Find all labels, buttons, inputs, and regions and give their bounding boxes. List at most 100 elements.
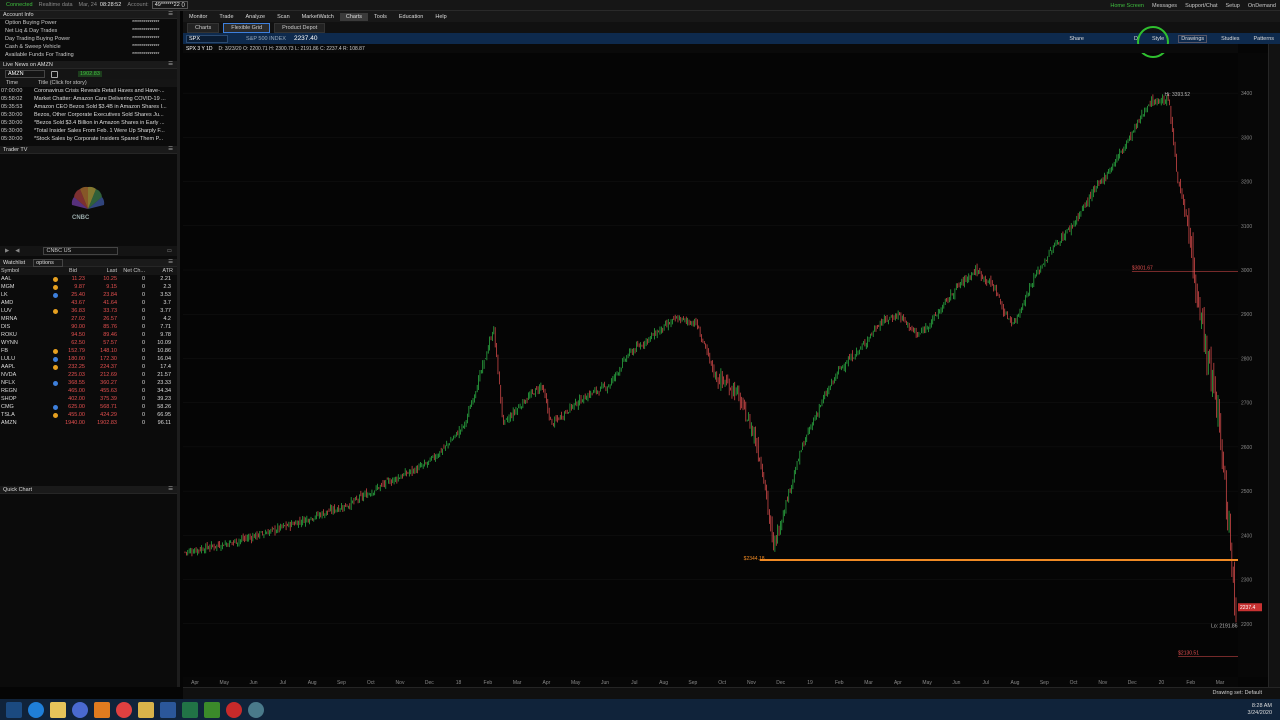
menu-icon[interactable]: ☰ (168, 486, 173, 492)
news-title-header[interactable]: Title (Click for story) (38, 80, 87, 86)
watchlist-row[interactable]: FB 152.79 148.10 0 10.86 (0, 347, 177, 355)
watchlist-row[interactable]: TSLA 455.00 424.29 0 66.95 (0, 411, 177, 419)
watchlist-row[interactable]: LK 25.40 23.84 0 3.53 (0, 291, 177, 299)
news-item[interactable]: 05:30:00 *Stock Sales by Corporate Inside… (0, 135, 177, 143)
watchlist-symbol[interactable]: NFLX (1, 380, 15, 386)
drawing-set-status[interactable]: Drawing set: Default (1212, 690, 1262, 696)
price-axis[interactable]: 2200 2300 2400 2500 2600 2700 2800 2900 3000 3100… (1238, 53, 1268, 677)
setup-link[interactable]: Setup (1225, 3, 1239, 9)
watchlist-symbol[interactable]: MRNA (1, 316, 17, 322)
volume-icon[interactable]: ◀ (15, 248, 19, 254)
symbol-input[interactable]: SPX (186, 34, 228, 43)
watchlist-symbol[interactable]: AMZN (1, 420, 17, 426)
watchlist-symbol[interactable]: REGN (1, 388, 17, 394)
watchlist-alert-icon[interactable] (53, 380, 58, 386)
menu-charts[interactable]: Charts (339, 12, 369, 21)
watchlist-symbol[interactable]: NVDA (1, 372, 16, 378)
menu-tools[interactable]: Tools (368, 13, 393, 21)
watchlist-row[interactable]: MGM 9.87 9.15 0 2.3 (0, 283, 177, 291)
channel-select[interactable]: CNBC US (43, 247, 119, 255)
watchlist-row[interactable]: LULU 180.00 172.30 0 16.04 (0, 355, 177, 363)
file-explorer-icon[interactable] (50, 701, 66, 718)
chart-period[interactable]: SPX 3 Y 1D (186, 46, 213, 52)
watchlist-row[interactable]: AMD 43.67 41.64 0 3.7 (0, 299, 177, 307)
tab-flexible-grid[interactable]: Flexible Grid (223, 22, 271, 33)
news-item[interactable]: 07:00:00 Coronavirus Crisis Reveals Retai… (0, 87, 177, 95)
menu-marketwatch[interactable]: MarketWatch (296, 13, 340, 21)
news-item[interactable]: 05:30:00 *Bezos Sold $3.4 Billion in Amaz… (0, 119, 177, 127)
app-icon[interactable] (72, 701, 88, 718)
watchlist-symbol[interactable]: ROKU (1, 332, 17, 338)
menu-trade[interactable]: Trade (213, 13, 239, 21)
price-chart[interactable]: Hi: 3393.52 $3001.67 $2344.18 Lo: 2191.86 $2… (183, 53, 1238, 677)
watchlist-row[interactable]: CMG 625.00 568.71 0 58.26 (0, 403, 177, 411)
start-button-icon[interactable] (6, 701, 22, 718)
watchlist-row[interactable]: MRNA 27.02 26.57 0 4.2 (0, 315, 177, 323)
menu-icon[interactable]: ☰ (168, 11, 173, 17)
watchlist-alert-icon[interactable] (53, 284, 58, 290)
news-time-header[interactable]: Time (5, 80, 38, 86)
support-chat-link[interactable]: Support/Chat (1185, 3, 1217, 9)
trader-tv-header[interactable]: Trader TV ☰ (0, 146, 177, 154)
watchlist-symbol[interactable]: TSLA (1, 412, 15, 418)
recorder-icon[interactable] (248, 701, 264, 718)
account-number[interactable]: 49******22 () (151, 1, 188, 9)
thinkorswim-icon[interactable] (204, 701, 220, 718)
home-screen-link[interactable]: Home Screen (1110, 3, 1144, 9)
watchlist-symbol[interactable]: WYNN (1, 340, 18, 346)
watchlist-row[interactable]: REGN 465.00 455.63 0 34.34 (0, 387, 177, 395)
menu-icon[interactable]: ☰ (168, 259, 173, 265)
quick-chart-header[interactable]: Quick Chart ☰ (0, 486, 177, 494)
watchlist-symbol[interactable]: CMG (1, 404, 14, 410)
edge-icon[interactable] (28, 701, 44, 718)
menu-help[interactable]: Help (429, 13, 452, 21)
folder-icon[interactable] (138, 701, 154, 718)
watchlist-alert-icon[interactable] (53, 404, 58, 410)
studies-button[interactable]: Studies (1221, 36, 1239, 42)
patterns-button[interactable]: Patterns (1254, 36, 1274, 42)
trader-tv-video[interactable]: CNBC (0, 154, 177, 246)
watchlist-symbol[interactable]: LULU (1, 356, 15, 362)
watchlist-col-atr[interactable]: ATR (162, 268, 173, 274)
watchlist-symbol[interactable]: AMD (1, 300, 13, 306)
watchlist-symbol[interactable]: FB (1, 348, 8, 354)
menu-icon[interactable]: ☰ (168, 146, 173, 152)
play-icon[interactable]: ▶ (5, 248, 9, 254)
tab-product-depot[interactable]: Product Depot (274, 22, 326, 33)
watchlist-col-last[interactable]: Last (107, 268, 117, 274)
media-icon[interactable] (94, 701, 110, 718)
watchlist-symbol[interactable]: DIS (1, 324, 10, 330)
watchlist-header[interactable]: Watchlist options ☰ (0, 258, 177, 267)
watchlist-row[interactable]: DIS 90.00 85.76 0 7.71 (0, 323, 177, 331)
watchlist-col-symbol[interactable]: Symbol (1, 268, 19, 274)
news-symbol-input[interactable]: AMZN (5, 70, 45, 78)
account-info-header[interactable]: Account Info ☰ (0, 11, 177, 19)
excel-icon[interactable] (182, 701, 198, 718)
watchlist-symbol[interactable]: LK (1, 292, 8, 298)
watchlist-row[interactable]: NFLX 368.55 360.27 0 23.33 (0, 379, 177, 387)
drawings-button[interactable]: Drawings (1178, 34, 1208, 43)
watchlist-symbol[interactable]: AAPL (1, 364, 15, 370)
tab-charts[interactable]: Charts (187, 22, 220, 33)
news-item[interactable]: 05:30:00 *Total Insider Sales From Feb. 1… (0, 127, 177, 135)
watchlist-alert-icon[interactable] (53, 276, 58, 282)
watchlist-row[interactable]: SHOP 402.00 375.39 0 39.23 (0, 395, 177, 403)
watchlist-alert-icon[interactable] (53, 412, 58, 418)
system-clock[interactable]: 8:28 AM 3/24/2020 (1248, 703, 1272, 717)
menu-icon[interactable]: ☰ (168, 61, 173, 67)
watchlist-row[interactable]: WYNN 62.50 57.57 0 10.09 (0, 339, 177, 347)
watchlist-col-bid[interactable]: Bid (69, 268, 77, 274)
popout-icon[interactable]: ▭ (167, 248, 172, 254)
watchlist-alert-icon[interactable] (53, 308, 58, 314)
menu-monitor[interactable]: Monitor (183, 13, 213, 21)
wps-icon[interactable] (226, 701, 242, 718)
menu-analyze[interactable]: Analyze (240, 13, 272, 21)
watchlist-alert-icon[interactable] (53, 292, 58, 298)
watchlist-symbol[interactable]: MGM (1, 284, 14, 290)
watchlist-row[interactable]: ROKU 94.50 89.46 0 9.78 (0, 331, 177, 339)
watchlist-row[interactable]: AAL 11.23 10.25 0 2.21 (0, 275, 177, 283)
watchlist-selector[interactable]: options (33, 258, 63, 267)
news-item[interactable]: 05:30:00 Bezos, Other Corporate Executive… (0, 111, 177, 119)
news-item[interactable]: 05:58:02 Market Chatter: Amazon Care Deli… (0, 95, 177, 103)
watchlist-symbol[interactable]: AAL (1, 276, 11, 282)
